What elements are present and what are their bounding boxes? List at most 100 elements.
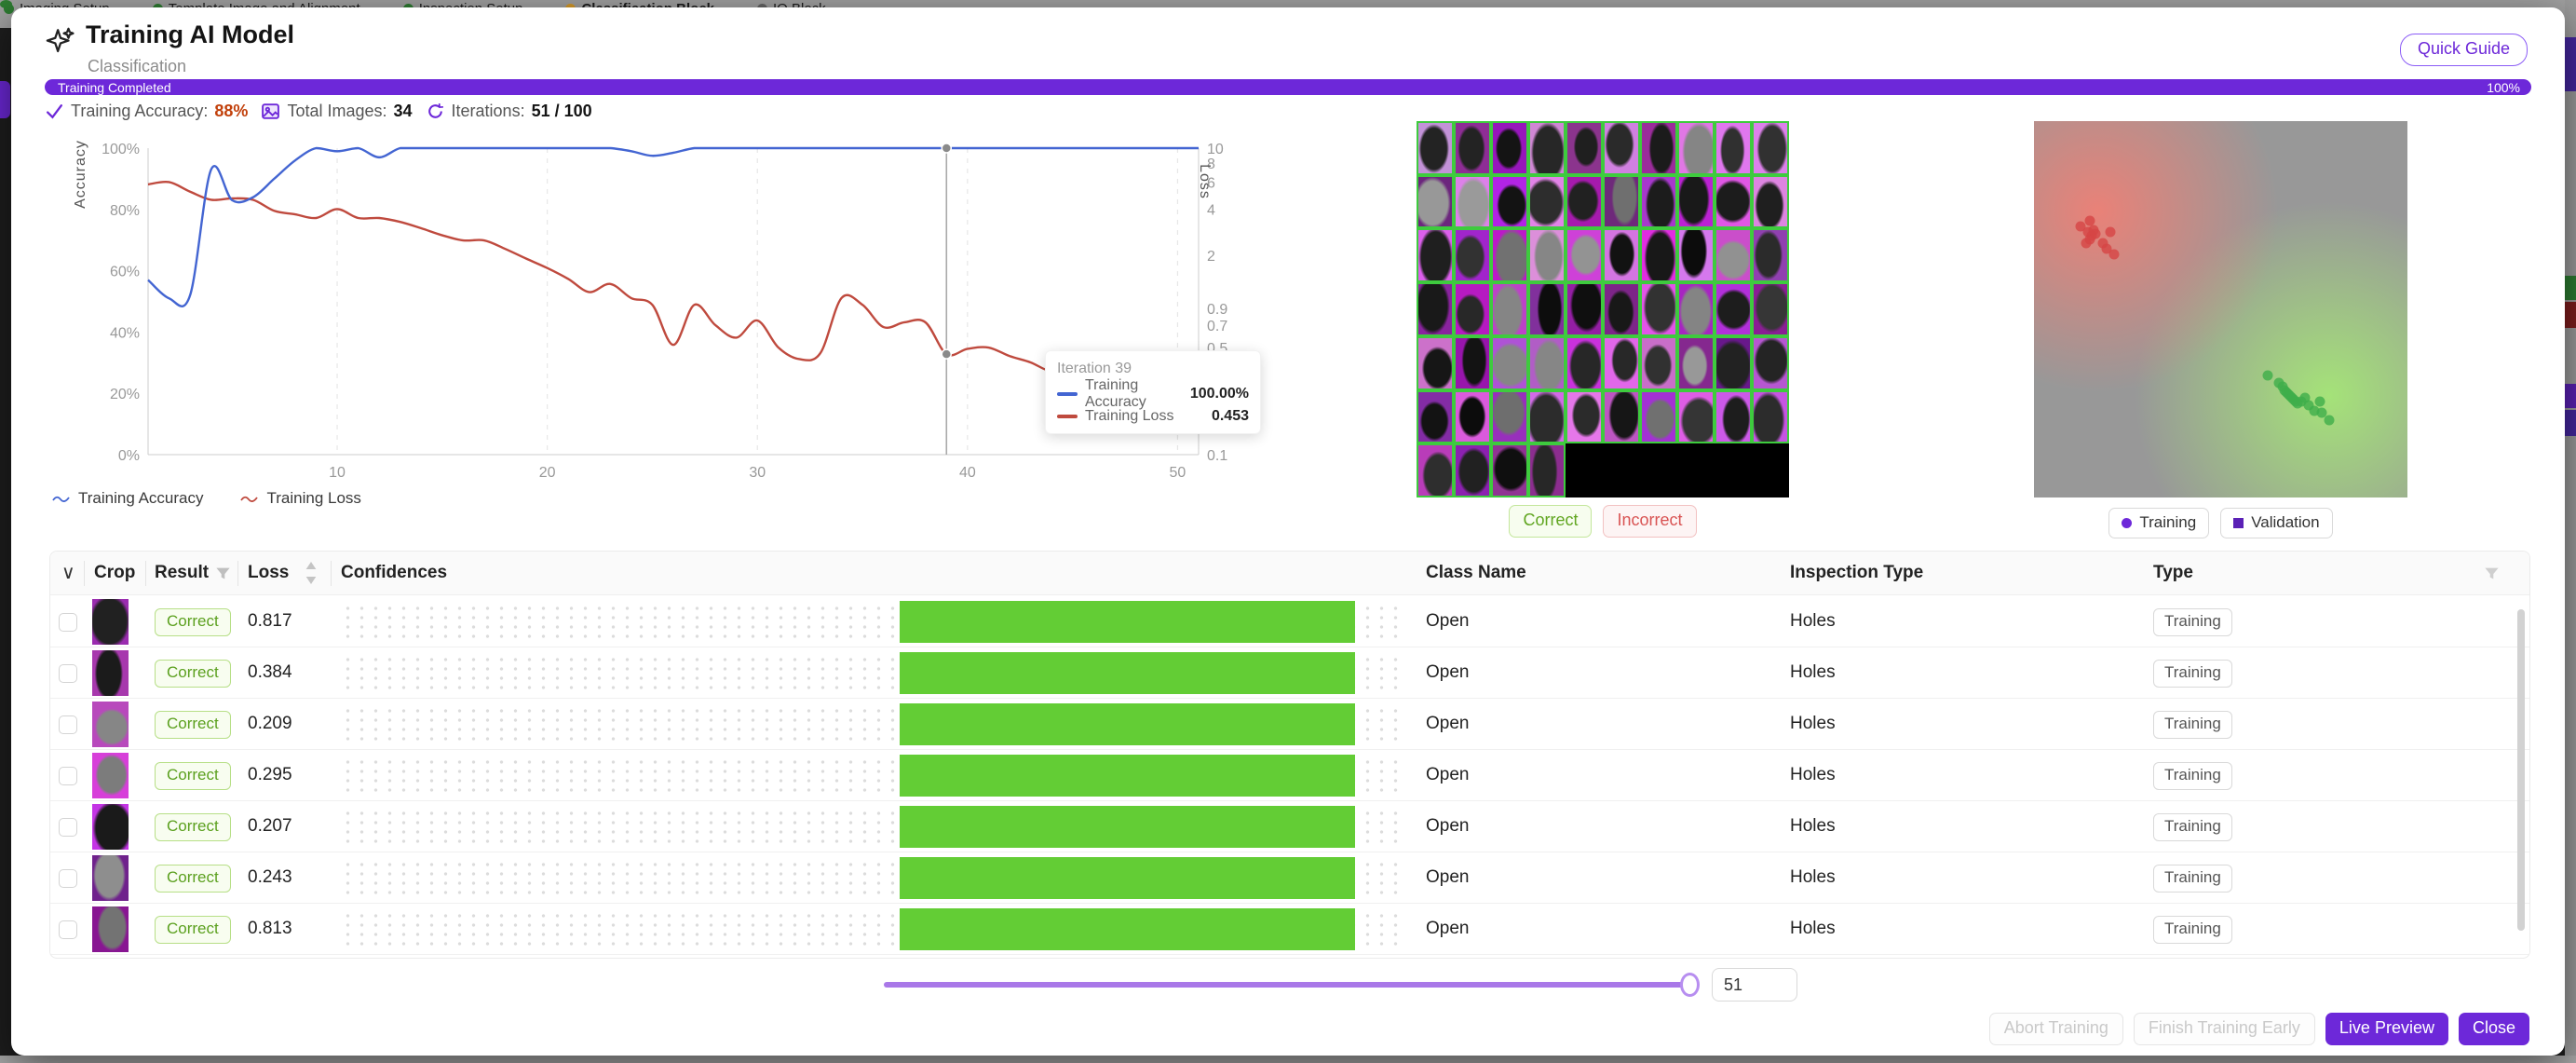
table-row[interactable]: Correct0.813OpenHolesTraining [50, 904, 2529, 955]
crop-tile[interactable] [1603, 121, 1640, 175]
chart-canvas[interactable]: 10203040500%20%40%60%80%100%1086420.90.7… [45, 135, 1297, 489]
crop-tile[interactable] [1417, 336, 1454, 390]
table-row[interactable]: Correct0.817OpenHolesTraining [50, 596, 2529, 647]
crop-tile[interactable] [1677, 390, 1715, 444]
crop-tile[interactable] [1491, 336, 1528, 390]
crop-tile[interactable] [1491, 228, 1528, 282]
crop-tile[interactable] [1454, 336, 1491, 390]
crop-tile[interactable] [1528, 390, 1566, 444]
crop-tile[interactable] [1752, 336, 1789, 390]
crop-tile[interactable] [1715, 282, 1752, 336]
crop-tile[interactable] [1454, 228, 1491, 282]
legend-button-training[interactable]: Training [2108, 508, 2209, 538]
row-checkbox[interactable] [59, 818, 77, 837]
crop-tile[interactable] [1566, 336, 1603, 390]
crop-tile[interactable] [1603, 336, 1640, 390]
iteration-slider[interactable] [884, 982, 1694, 988]
row-checkbox[interactable] [59, 920, 77, 939]
filter-icon[interactable] [2483, 565, 2501, 582]
crop-tile[interactable] [1603, 175, 1640, 229]
crop-tile[interactable] [1491, 390, 1528, 444]
crop-tile[interactable] [1677, 228, 1715, 282]
close-button[interactable]: Close [2459, 1013, 2529, 1045]
table-row[interactable]: Correct0.295OpenHolesTraining [50, 750, 2529, 801]
crop-tile[interactable] [1566, 282, 1603, 336]
crop-tile[interactable] [1640, 121, 1677, 175]
crop-tile[interactable] [1715, 175, 1752, 229]
crop-tile[interactable] [1677, 336, 1715, 390]
crop-tile[interactable] [1715, 336, 1752, 390]
live-preview-button[interactable]: Live Preview [2325, 1013, 2448, 1045]
crop-tile[interactable] [1566, 228, 1603, 282]
crop-tile[interactable] [1603, 282, 1640, 336]
quick-guide-button[interactable]: Quick Guide [2400, 34, 2528, 66]
crop-tile[interactable] [1752, 175, 1789, 229]
iteration-input[interactable] [1712, 968, 1797, 1002]
table-row[interactable]: Correct0.207OpenHolesTraining [50, 801, 2529, 852]
crop-tile[interactable] [1528, 228, 1566, 282]
crop-tile[interactable] [1528, 175, 1566, 229]
crop-tile[interactable] [1640, 228, 1677, 282]
embedding-plot[interactable] [2034, 121, 2407, 497]
finish-training-early-button[interactable]: Finish Training Early [2134, 1013, 2315, 1045]
abort-training-button[interactable]: Abort Training [1989, 1013, 2123, 1045]
row-checkbox[interactable] [59, 613, 77, 632]
crop-tile[interactable] [1752, 390, 1789, 444]
row-checkbox[interactable] [59, 869, 77, 888]
crop-tile[interactable] [1454, 121, 1491, 175]
crop-tile[interactable] [1528, 282, 1566, 336]
training-chart[interactable]: 10203040500%20%40%60%80%100%1086420.90.7… [45, 135, 1297, 489]
incorrect-filter-button[interactable]: Incorrect [1603, 505, 1696, 538]
crop-tile[interactable] [1677, 121, 1715, 175]
crop-tile[interactable] [1454, 443, 1491, 497]
crop-tile[interactable] [1640, 175, 1677, 229]
crop-tile[interactable] [1491, 443, 1528, 497]
crop-tile[interactable] [1528, 336, 1566, 390]
crop-tile[interactable] [1454, 175, 1491, 229]
crop-tile[interactable] [1417, 121, 1454, 175]
correct-filter-button[interactable]: Correct [1509, 505, 1592, 538]
row-checkbox[interactable] [59, 767, 77, 785]
crop-tile[interactable] [1715, 228, 1752, 282]
crop-tile[interactable] [1566, 390, 1603, 444]
crop-tile[interactable] [1677, 175, 1715, 229]
chevron-down-icon[interactable]: ∨ [61, 561, 75, 584]
training-crops-grid[interactable] [1417, 121, 1789, 497]
crop-tile[interactable] [1566, 121, 1603, 175]
crop-tile[interactable] [1417, 443, 1454, 497]
crop-tile[interactable] [1417, 228, 1454, 282]
crop-tile[interactable] [1417, 390, 1454, 444]
crop-tile[interactable] [1417, 175, 1454, 229]
crop-tile[interactable] [1640, 282, 1677, 336]
crop-tile[interactable] [1454, 282, 1491, 336]
legend-item-training-accuracy[interactable]: Training Accuracy [52, 489, 203, 508]
crop-tile[interactable] [1752, 282, 1789, 336]
crop-tile[interactable] [1566, 175, 1603, 229]
legend-button-validation[interactable]: Validation [2220, 508, 2332, 538]
filter-icon[interactable] [214, 565, 232, 582]
crop-tile[interactable] [1528, 121, 1566, 175]
crop-tile[interactable] [1603, 390, 1640, 444]
crop-tile[interactable] [1677, 282, 1715, 336]
crop-tile[interactable] [1491, 282, 1528, 336]
crop-tile[interactable] [1752, 121, 1789, 175]
table-row[interactable]: Correct0.209OpenHolesTraining [50, 699, 2529, 750]
crop-tile[interactable] [1454, 390, 1491, 444]
crop-tile[interactable] [1603, 228, 1640, 282]
crop-tile[interactable] [1417, 282, 1454, 336]
row-checkbox[interactable] [59, 715, 77, 734]
sort-icon[interactable] [304, 559, 319, 587]
table-row[interactable]: Correct0.384OpenHolesTraining [50, 647, 2529, 699]
crop-tile[interactable] [1715, 121, 1752, 175]
row-checkbox[interactable] [59, 664, 77, 683]
crop-tile[interactable] [1491, 175, 1528, 229]
crop-tile[interactable] [1491, 121, 1528, 175]
crop-tile[interactable] [1752, 228, 1789, 282]
crop-tile[interactable] [1640, 336, 1677, 390]
crop-tile[interactable] [1715, 390, 1752, 444]
legend-item-training-loss[interactable]: Training Loss [240, 489, 360, 508]
table-row[interactable]: Correct0.243OpenHolesTraining [50, 852, 2529, 904]
crop-tile[interactable] [1640, 390, 1677, 444]
table-scrollbar[interactable] [2517, 609, 2525, 931]
crop-tile[interactable] [1528, 443, 1566, 497]
